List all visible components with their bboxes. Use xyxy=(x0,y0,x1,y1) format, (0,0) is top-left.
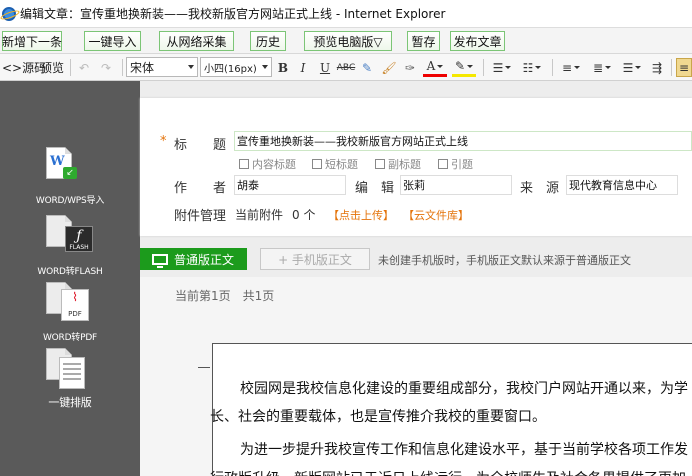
title-input[interactable]: 宣传重地换新装——我校新版官方网站正式上线 xyxy=(234,131,692,151)
tab-mobile-body[interactable]: + 手机版正文 xyxy=(260,248,370,270)
content-title-checkbox[interactable]: 内容标题 xyxy=(239,156,296,172)
underline-icon[interactable]: U xyxy=(316,58,334,77)
format-clear-icon[interactable]: ✎ xyxy=(358,58,376,77)
line-height-icon[interactable]: ☰ xyxy=(620,58,644,77)
flash-icon: ƒ FLASH xyxy=(46,215,93,252)
history-button[interactable]: 历史 xyxy=(250,31,286,51)
one-click-layout-item[interactable]: 一键排版 xyxy=(0,346,140,409)
page-info: 当前第1页 共1页 xyxy=(175,289,275,303)
monitor-icon xyxy=(152,253,168,268)
source-label: 来 源 xyxy=(520,181,560,196)
font-color-icon[interactable]: A xyxy=(423,58,447,77)
word-to-flash-item[interactable]: ƒ FLASH WORD转FLASH xyxy=(0,211,140,277)
redo-icon[interactable]: ↷ xyxy=(97,58,115,77)
text-direction-icon[interactable]: ⇶ xyxy=(648,58,666,77)
save-draft-button[interactable]: 暂存 xyxy=(407,31,440,51)
sidebar-item-label: WORD转FLASH xyxy=(37,267,103,277)
short-title-checkbox[interactable]: 短标题 xyxy=(312,156,358,172)
undo-icon[interactable]: ↶ xyxy=(75,58,93,77)
page-corner-mark xyxy=(198,367,210,368)
mobile-body-note: 未创建手机版时，手机版正文默认来源于普通版正文 xyxy=(378,254,631,267)
tools-sidebar: W ↙ WORD/WPS导入 ƒ FLASH WORD转FLASH ⌇ PDF WO… xyxy=(0,81,140,476)
paragraph: 为进一步提升我校宣传工作和信息化建设水平，基于当前学校各项工作发 xyxy=(240,442,688,458)
publish-button[interactable]: 发布文章 xyxy=(450,31,505,51)
tab-normal-label: 普通版正文 xyxy=(174,252,235,267)
article-form: * 标 题 宣传重地换新装——我校新版官方网站正式上线 内容标题 短标题 副标题… xyxy=(140,98,692,236)
paragraph: 长、社会的重要载体，也是宣传推介我校的重要窗口。 xyxy=(210,409,546,425)
font-size-value: 小四(16px) xyxy=(204,63,257,75)
title-label: 标 题 xyxy=(174,138,227,153)
window-titlebar: 编辑文章：宣传重地换新装——我校新版官方网站正式上线 - Internet Ex… xyxy=(0,0,692,27)
align-left-icon[interactable]: ≡ xyxy=(676,58,692,77)
lead-title-checkbox[interactable]: 引题 xyxy=(438,156,473,172)
action-toolbar: 新增下一条 一键导入 从网络采集 历史 预览电脑版▽ 暂存 发布文章 xyxy=(0,27,692,54)
italic-icon[interactable]: I xyxy=(294,58,312,77)
sidebar-item-label: WORD转PDF xyxy=(42,333,98,343)
font-family-value: 宋体 xyxy=(130,60,155,75)
layout-icon xyxy=(46,348,85,389)
eraser-icon[interactable]: ✑ xyxy=(401,58,419,77)
attachment-count: 0 个 xyxy=(292,208,316,222)
unordered-list-icon[interactable]: ☷ xyxy=(520,58,544,77)
format-painter-icon[interactable]: 🖌 xyxy=(380,58,398,77)
sidebar-item-label: 一键排版 xyxy=(48,396,92,409)
indent-icon[interactable]: ≡ xyxy=(559,58,583,77)
editor-toolbar: <>源码 预览 ↶ ↷ 宋体 小四(16px) B I U ABC ✎ 🖌 ✑ … xyxy=(0,54,692,81)
pdf-icon: ⌇ PDF xyxy=(46,282,89,321)
paragraph: 行政版升级，新版网站已于近日上线运行，为全校师生及社会各界提供了更加 xyxy=(210,468,686,476)
required-mark: * xyxy=(160,134,167,149)
attachment-label: 附件管理 xyxy=(174,209,227,224)
author-label: 作 者 xyxy=(174,181,227,196)
subtitle-checkbox[interactable]: 副标题 xyxy=(375,156,421,172)
bold-icon[interactable]: B xyxy=(274,58,292,77)
editor-page[interactable]: 校园网是我校信息化建设的重要组成部分，我校门户网站开通以来，为学 长、社会的重要… xyxy=(210,343,692,476)
source-input[interactable]: 现代教育信息中心 xyxy=(566,175,678,195)
preview-button[interactable]: 预览 xyxy=(40,58,64,77)
font-family-select[interactable]: 宋体 xyxy=(126,57,198,77)
strikethrough-icon[interactable]: ABC xyxy=(337,58,355,77)
editor-input[interactable]: 张莉 xyxy=(400,175,512,195)
body-tab-bar: 普通版正文 + 手机版正文 未创建手机版时，手机版正文默认来源于普通版正文 xyxy=(140,248,692,270)
upload-link[interactable]: 【点击上传】 xyxy=(328,207,394,223)
main-editor-area: * 标 题 宣传重地换新装——我校新版官方网站正式上线 内容标题 短标题 副标题… xyxy=(140,81,692,476)
author-input[interactable]: 胡泰 xyxy=(234,175,346,195)
internet-explorer-icon xyxy=(2,6,16,21)
one-click-import-button[interactable]: 一键导入 xyxy=(84,31,141,51)
word-to-pdf-item[interactable]: ⌇ PDF WORD转PDF xyxy=(0,278,140,343)
font-size-select[interactable]: 小四(16px) xyxy=(200,57,272,77)
cloud-library-link[interactable]: 【云文件库】 xyxy=(403,207,469,223)
sidebar-item-label: WORD/WPS导入 xyxy=(35,196,105,206)
new-next-button[interactable]: 新增下一条 xyxy=(2,31,62,51)
word-icon: W ↙ xyxy=(46,147,77,179)
word-wps-import-item[interactable]: W ↙ WORD/WPS导入 xyxy=(0,139,140,209)
editor-label: 编 辑 xyxy=(355,181,395,196)
web-collect-button[interactable]: 从网络采集 xyxy=(159,31,234,51)
tab-normal-body[interactable]: 普通版正文 xyxy=(140,248,247,270)
preview-desktop-button[interactable]: 预览电脑版▽ xyxy=(304,31,392,51)
current-attachment-label: 当前附件 xyxy=(235,208,284,222)
paragraph: 校园网是我校信息化建设的重要组成部分，我校门户网站开通以来，为学 xyxy=(240,381,688,397)
paragraph-spacing-icon[interactable]: ≣ xyxy=(590,58,614,77)
window-title: 编辑文章：宣传重地换新装——我校新版官方网站正式上线 - Internet Ex… xyxy=(20,7,446,21)
highlight-icon[interactable]: ✎ xyxy=(452,58,476,77)
ordered-list-icon[interactable]: ☰ xyxy=(490,58,514,77)
